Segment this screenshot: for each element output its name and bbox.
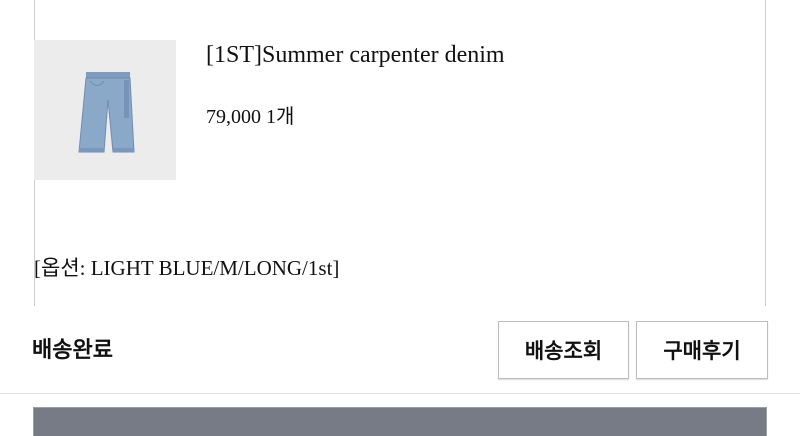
track-shipment-button[interactable]: 배송조회 <box>498 321 629 379</box>
next-order-header <box>34 408 766 436</box>
denim-pants-image <box>78 72 135 153</box>
product-name[interactable]: [1ST]Summer carpenter denim <box>206 42 505 69</box>
price-quantity: 79,000 1개 <box>206 106 295 128</box>
delivery-status: 배송완료 <box>32 337 113 362</box>
product-option: [옵션: LIGHT BLUE/M/LONG/1st] <box>34 256 340 280</box>
section-divider <box>0 393 800 394</box>
card-right-border <box>765 0 766 306</box>
write-review-button[interactable]: 구매후기 <box>636 321 768 379</box>
product-thumbnail[interactable] <box>34 40 176 180</box>
